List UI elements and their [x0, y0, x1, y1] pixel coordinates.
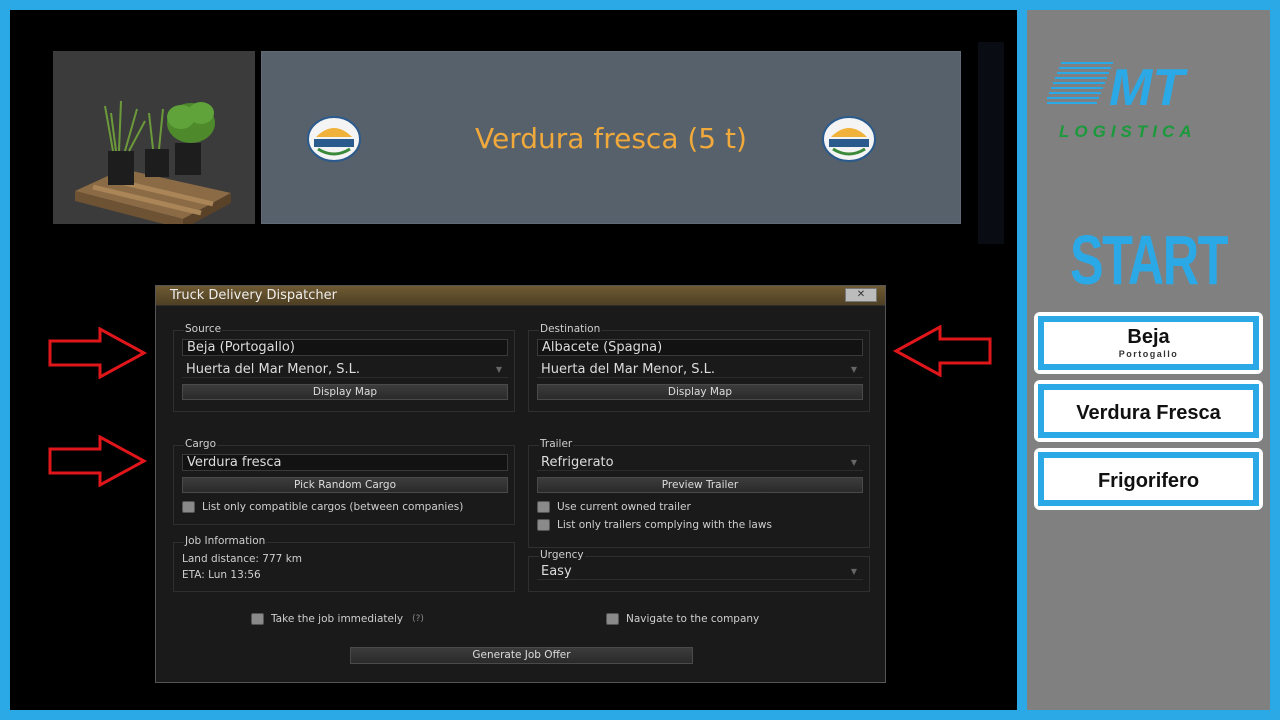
land-distance: Land distance: 777 km — [182, 553, 302, 565]
source-label: Source — [184, 323, 223, 335]
card-trailer: Frigorifero — [1034, 448, 1263, 510]
job-info-group: Job Information Land distance: 777 km ET… — [173, 535, 515, 592]
generate-job-offer-button[interactable]: Generate Job Offer — [350, 647, 693, 664]
eta: ETA: Lun 13:56 — [182, 569, 261, 581]
checkbox-box — [251, 613, 264, 625]
urgency-label: Urgency — [539, 549, 585, 561]
destination-group: Destination Albacete (Spagna) Huerta del… — [528, 323, 870, 412]
destination-company-value: Huerta del Mar Menor, S.L. — [541, 362, 715, 377]
card-source-title: Beja — [1127, 326, 1170, 348]
chevron-down-icon: ▼ — [850, 458, 857, 467]
herb-pallet-image — [75, 100, 231, 229]
dialog-title: Truck Delivery Dispatcher — [156, 286, 885, 306]
law-trailers-checkbox[interactable]: List only trailers complying with the la… — [537, 519, 772, 531]
compatible-cargo-label: List only compatible cargos (between com… — [202, 501, 464, 513]
cargo-banner: Verdura fresca (5 t) — [261, 51, 961, 224]
take-immediately-label: Take the job immediately — [271, 613, 404, 625]
left-arrow-icon — [892, 325, 992, 377]
chevron-down-icon: ▼ — [850, 567, 857, 576]
chevron-down-icon: ▼ — [495, 365, 502, 374]
trailer-dropdown[interactable]: Refrigerato ▼ — [537, 454, 863, 471]
urgency-value: Easy — [541, 564, 572, 579]
right-arrow-icon — [48, 327, 148, 379]
checkbox-box — [537, 519, 550, 531]
trailer-value: Refrigerato — [541, 455, 614, 470]
destination-display-map-button[interactable]: Display Map — [537, 384, 863, 400]
chevron-down-icon: ▼ — [850, 365, 857, 374]
use-owned-trailer-checkbox[interactable]: Use current owned trailer — [537, 501, 691, 513]
navigate-company-checkbox[interactable]: Navigate to the company — [606, 613, 759, 625]
cargo-group: Cargo Verdura fresca Pick Random Cargo L… — [173, 438, 515, 525]
urgency-group: Urgency Easy ▼ — [528, 549, 870, 592]
cargo-label: Cargo — [184, 438, 217, 450]
checkbox-box — [182, 501, 195, 513]
checkbox-box — [606, 613, 619, 625]
sidebar-panel: MT LOGISTICA START Beja Portogallo Verdu… — [1027, 10, 1270, 710]
card-source-subtitle: Portogallo — [1118, 349, 1179, 359]
source-group: Source Beja (Portogallo) Huerta del Mar … — [173, 323, 515, 412]
game-viewport: Verdura fresca (5 t) Truck Delivery Disp… — [10, 10, 1017, 710]
cargo-image — [53, 51, 255, 229]
cargo-field[interactable]: Verdura fresca — [182, 454, 508, 471]
source-company-dropdown[interactable]: Huerta del Mar Menor, S.L. ▼ — [182, 361, 508, 378]
compatible-cargo-checkbox[interactable]: List only compatible cargos (between com… — [182, 501, 463, 513]
checkbox-box — [537, 501, 550, 513]
close-button[interactable]: ✕ — [845, 288, 877, 302]
start-label: START — [1069, 221, 1228, 299]
use-owned-trailer-label: Use current owned trailer — [557, 501, 691, 513]
law-trailers-label: List only trailers complying with the la… — [557, 519, 772, 531]
trailer-label: Trailer — [539, 438, 574, 450]
card-source: Beja Portogallo — [1034, 312, 1263, 374]
logo-mt-text: MT — [1109, 59, 1188, 117]
pick-random-cargo-button[interactable]: Pick Random Cargo — [182, 477, 508, 493]
trailer-group: Trailer Refrigerato ▼ Preview Trailer Us… — [528, 438, 870, 548]
source-city-field[interactable]: Beja (Portogallo) — [182, 339, 508, 356]
card-trailer-title: Frigorifero — [1097, 470, 1200, 492]
source-company-value: Huerta del Mar Menor, S.L. — [186, 362, 360, 377]
urgency-dropdown[interactable]: Easy ▼ — [537, 563, 863, 580]
destination-city-field[interactable]: Albacete (Spagna) — [537, 339, 863, 356]
right-arrow-icon — [48, 435, 148, 487]
preview-trailer-button[interactable]: Preview Trailer — [537, 477, 863, 493]
card-cargo-title: Verdura Fresca — [1076, 402, 1221, 424]
mt-logistica-logo: MT LOGISTICA — [1047, 59, 1197, 141]
card-cargo: Verdura Fresca — [1034, 380, 1263, 442]
company-logo-icon — [822, 116, 876, 162]
scrollbar[interactable] — [978, 42, 1004, 244]
dispatcher-dialog: Truck Delivery Dispatcher ✕ Source Beja … — [155, 285, 886, 683]
navigate-company-label: Navigate to the company — [626, 613, 760, 625]
job-info-label: Job Information — [184, 535, 267, 547]
source-display-map-button[interactable]: Display Map — [182, 384, 508, 400]
logo-logistica-text: LOGISTICA — [1059, 122, 1197, 141]
destination-label: Destination — [539, 323, 602, 335]
take-immediately-checkbox[interactable]: Take the job immediately (?) — [251, 613, 424, 625]
help-hint[interactable]: (?) — [412, 614, 424, 624]
destination-company-dropdown[interactable]: Huerta del Mar Menor, S.L. ▼ — [537, 361, 863, 378]
